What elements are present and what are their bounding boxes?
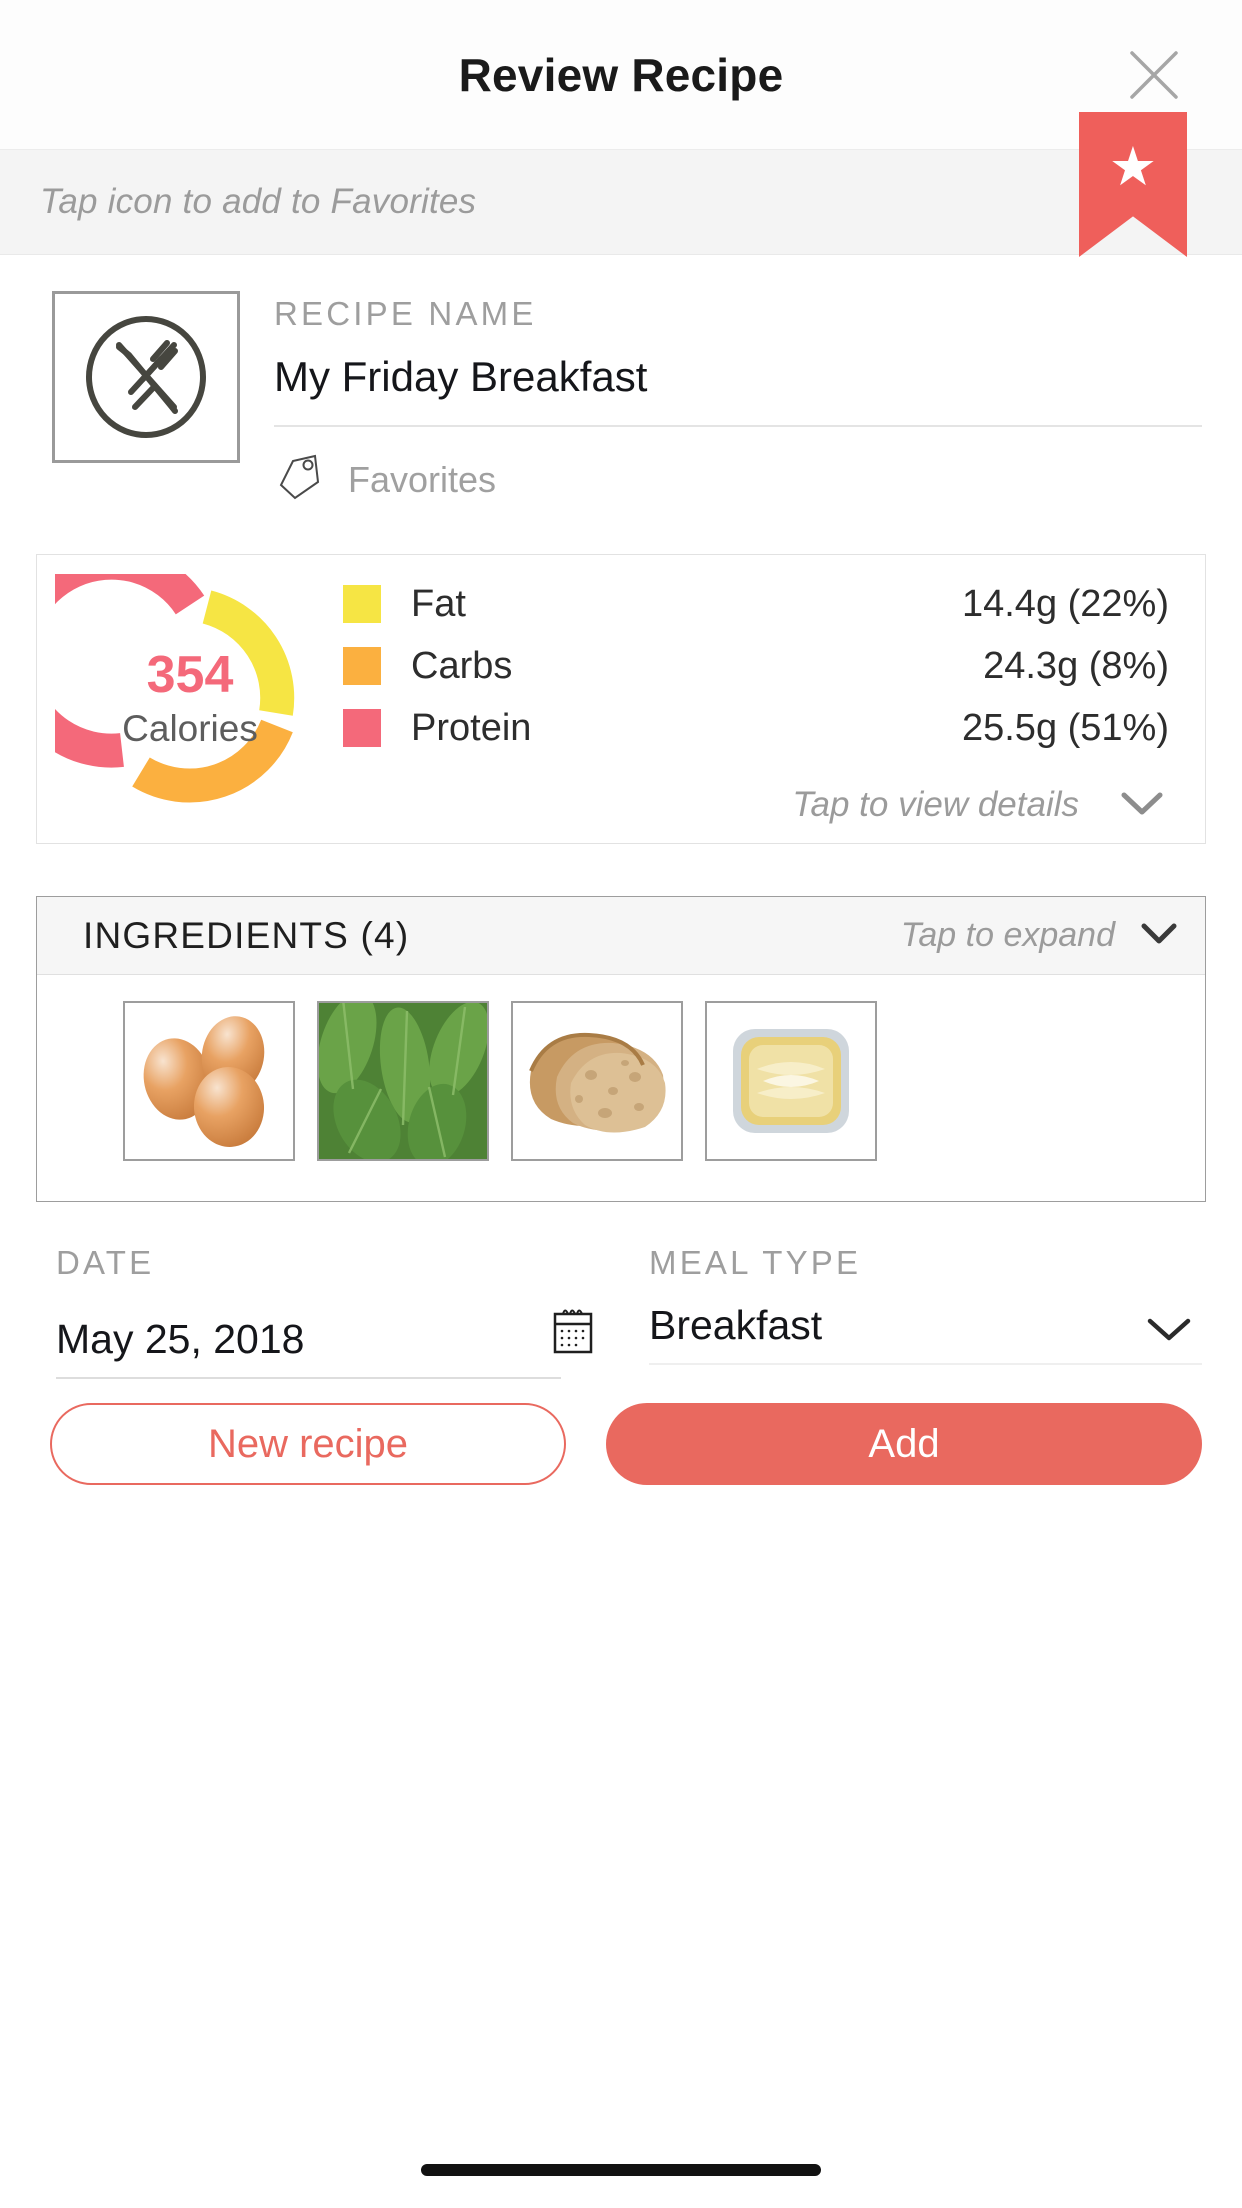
calories-label: Calories [122, 708, 258, 750]
nutrition-card[interactable]: 354 Calories Fat 14.4g (22%) Carbs 24.3g… [36, 554, 1206, 844]
ingredients-card[interactable]: INGREDIENTS (4) Tap to expand [36, 896, 1206, 1202]
ingredients-header[interactable]: INGREDIENTS (4) Tap to expand [37, 897, 1205, 975]
calendar-icon[interactable] [545, 1302, 601, 1363]
recipe-summary: RECIPE NAME My Friday Breakfast Favorite… [0, 255, 1242, 508]
review-recipe-screen: Review Recipe Tap icon to add to Favorit… [0, 0, 1242, 2208]
view-details-row[interactable]: Tap to view details [343, 785, 1169, 825]
new-recipe-button[interactable]: New recipe [50, 1403, 566, 1485]
home-indicator [421, 2164, 821, 2176]
favorites-strip: Tap icon to add to Favorites ★ [0, 112, 1242, 257]
recipe-name-input[interactable]: My Friday Breakfast [274, 353, 1202, 401]
ingredients-title: INGREDIENTS (4) [83, 914, 410, 956]
recipe-tag-row[interactable]: Favorites [274, 451, 1202, 508]
footer-fields: DATE May 25, 2018 MEAL TYPE Breakfast [0, 1202, 1242, 1379]
legend-swatch-protein [343, 709, 381, 747]
date-value-row[interactable]: May 25, 2018 [56, 1302, 609, 1363]
legend-value-fat: 14.4g (22%) [961, 582, 1169, 625]
plate-cutlery-icon[interactable] [52, 291, 240, 463]
star-icon[interactable]: ★ [1079, 112, 1187, 257]
action-buttons: New recipe Add [0, 1379, 1242, 1485]
legend-value-protein: 25.5g (51%) [961, 706, 1169, 749]
close-icon[interactable] [1122, 43, 1186, 107]
meal-type-label: MEAL TYPE [649, 1244, 862, 1281]
star-glyph: ★ [1108, 137, 1158, 197]
eggs-thumbnail[interactable] [123, 1001, 295, 1161]
recipe-fields: RECIPE NAME My Friday Breakfast Favorite… [274, 291, 1202, 508]
recipe-name-underline [274, 425, 1202, 427]
meal-type-value-row[interactable]: Breakfast [649, 1302, 1202, 1349]
spinach-thumbnail[interactable] [317, 1001, 489, 1161]
chevron-down-icon[interactable] [1144, 1312, 1194, 1349]
calories-value: 354 [146, 645, 234, 704]
page-title: Review Recipe [458, 48, 784, 101]
legend-swatch-carbs [343, 647, 381, 685]
legend-label-carbs: Carbs [411, 644, 513, 687]
legend-value-carbs: 24.3g (8%) [983, 644, 1169, 687]
chevron-down-icon [1139, 920, 1179, 951]
legend-row-protein: Protein 25.5g (51%) [343, 697, 1169, 759]
ingredients-expand-label: Tap to expand [900, 916, 1115, 954]
macros-donut-chart: 354 Calories [55, 574, 325, 824]
legend-label-fat: Fat [411, 582, 466, 625]
legend-label-protein: Protein [411, 706, 532, 749]
recipe-tag-label: Favorites [348, 458, 497, 500]
ingredients-grid [37, 975, 1205, 1201]
macros-legend: Fat 14.4g (22%) Carbs 24.3g (8%) Protein… [343, 573, 1187, 825]
meal-type-underline [649, 1363, 1202, 1365]
meal-type-value: Breakfast [649, 1302, 823, 1348]
chevron-down-icon [1119, 788, 1165, 823]
favorites-hint: Tap icon to add to Favorites [40, 182, 477, 221]
ingredients-expand[interactable]: Tap to expand [901, 916, 1179, 955]
date-underline [56, 1377, 561, 1379]
legend-swatch-fat [343, 585, 381, 623]
legend-row-fat: Fat 14.4g (22%) [343, 573, 1169, 635]
view-details-label: Tap to view details [792, 785, 1079, 824]
bread-thumbnail[interactable] [511, 1001, 683, 1161]
tag-icon [274, 451, 326, 508]
legend-row-carbs: Carbs 24.3g (8%) [343, 635, 1169, 697]
date-field[interactable]: DATE May 25, 2018 [56, 1244, 609, 1379]
screen-header: Review Recipe [0, 0, 1242, 150]
add-button[interactable]: Add [606, 1403, 1202, 1485]
butter-thumbnail[interactable] [705, 1001, 877, 1161]
recipe-name-label: RECIPE NAME [274, 295, 537, 332]
meal-type-field[interactable]: MEAL TYPE Breakfast [649, 1244, 1202, 1379]
date-label: DATE [56, 1244, 155, 1281]
donut-center-label: 354 Calories [55, 574, 325, 824]
date-value: May 25, 2018 [56, 1316, 305, 1362]
